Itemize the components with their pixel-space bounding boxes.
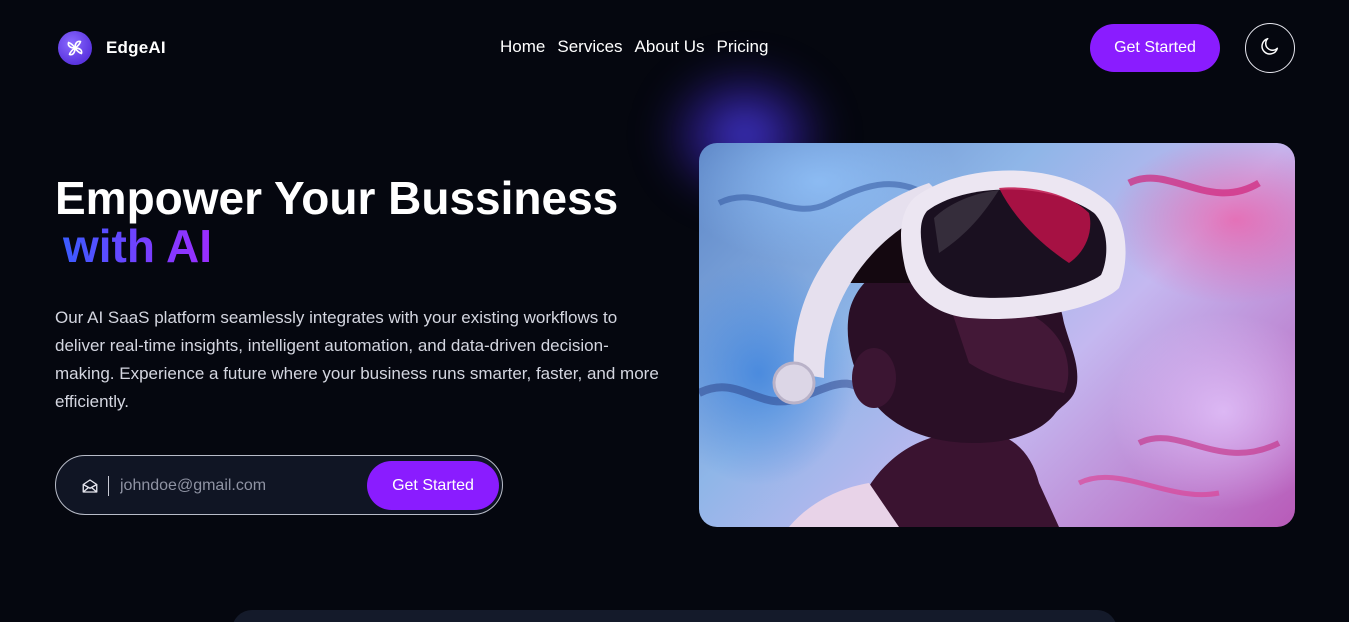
brand-logo[interactable]: EdgeAI (58, 31, 166, 65)
brand-name: EdgeAI (106, 38, 166, 57)
nav-item-pricing[interactable]: Pricing (716, 37, 768, 57)
pinwheel-icon (58, 31, 92, 65)
envelope-icon (81, 477, 99, 495)
header-get-started-button[interactable]: Get Started (1090, 24, 1220, 72)
hero-title-main: Empower Your Bussiness (55, 172, 619, 224)
hero-title-accent: with AI (63, 220, 213, 272)
email-input[interactable] (120, 472, 360, 500)
hero-description: Our AI SaaS platform seamlessly integrat… (55, 308, 659, 411)
landing-page: EdgeAI Home Services About Us Pricing Ge… (0, 0, 1349, 622)
input-divider (108, 476, 109, 496)
nav-item-services[interactable]: Services (557, 37, 622, 57)
nav-item-home[interactable]: Home (500, 37, 545, 57)
features-card (232, 610, 1117, 622)
email-signup-form: Get Started (55, 455, 503, 515)
nav-item-about-us[interactable]: About Us (635, 37, 705, 57)
main-nav: Home Services About Us Pricing (500, 37, 768, 57)
hero-title: Empower Your Bussiness with AI (55, 174, 675, 270)
form-get-started-button[interactable]: Get Started (367, 461, 499, 510)
theme-toggle-button[interactable] (1245, 23, 1295, 73)
hero-image-vr-headset (699, 143, 1295, 527)
moon-icon (1259, 35, 1281, 62)
